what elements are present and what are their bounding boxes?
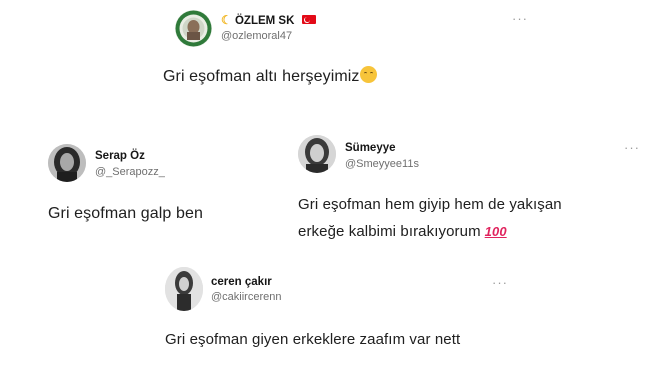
tweet-text-line-2: erkeğe kalbimi bırakıyorum 100: [298, 223, 507, 240]
tweet-ozlem: ☾ ÖZLEM SK @ozlemoral47 ··· Gri eşofman …: [0, 0, 672, 110]
tweet-sumeyye: Sümeyye @Smeyyee11s ··· Gri eşofman hem …: [0, 125, 672, 250]
avatar-ozlem-image: [175, 10, 212, 47]
tweet-text-line-2-content: erkeğe kalbimi bırakıyorum: [298, 223, 481, 240]
tweet-text-line-1: Gri eşofman hem giyip hem de yakışan: [298, 196, 562, 213]
tweet-author-name[interactable]: ☾ ÖZLEM SK: [221, 13, 316, 27]
avatar-sumeyye[interactable]: [298, 135, 336, 173]
more-options-icon[interactable]: ···: [624, 141, 640, 154]
relieved-face-icon: [359, 66, 377, 83]
avatar-ceren[interactable]: [165, 267, 203, 311]
turkey-flag-icon: [301, 15, 316, 24]
tweet-text: Gri eşofman giyen erkeklere zaafım var n…: [165, 331, 461, 348]
more-options-icon[interactable]: ···: [512, 12, 528, 25]
hundred-points-icon: 100: [484, 224, 507, 239]
avatar-ceren-image: [165, 267, 203, 311]
tweet-text: Gri eşofman altı herşeyimiz: [163, 66, 377, 86]
tweet-ceren: ceren çakır @cakiircerenn ··· Gri eşofma…: [0, 262, 672, 372]
more-options-icon[interactable]: ···: [492, 276, 508, 289]
tweet-author-name[interactable]: ceren çakır: [211, 276, 272, 288]
tweet-author-name[interactable]: Sümeyye: [345, 142, 396, 154]
tweet-author-handle[interactable]: @cakiircerenn: [211, 291, 281, 303]
avatar-sumeyye-image: [298, 135, 336, 173]
tweet-author-handle[interactable]: @ozlemoral47: [221, 30, 292, 42]
crescent-moon-icon: ☾: [221, 13, 232, 27]
tweet-text-content: Gri eşofman altı herşeyimiz: [163, 68, 360, 85]
tweet-author-handle[interactable]: @Smeyyee11s: [345, 158, 419, 170]
author-name-text: ÖZLEM SK: [234, 15, 295, 27]
avatar-ozlem[interactable]: [175, 10, 212, 47]
